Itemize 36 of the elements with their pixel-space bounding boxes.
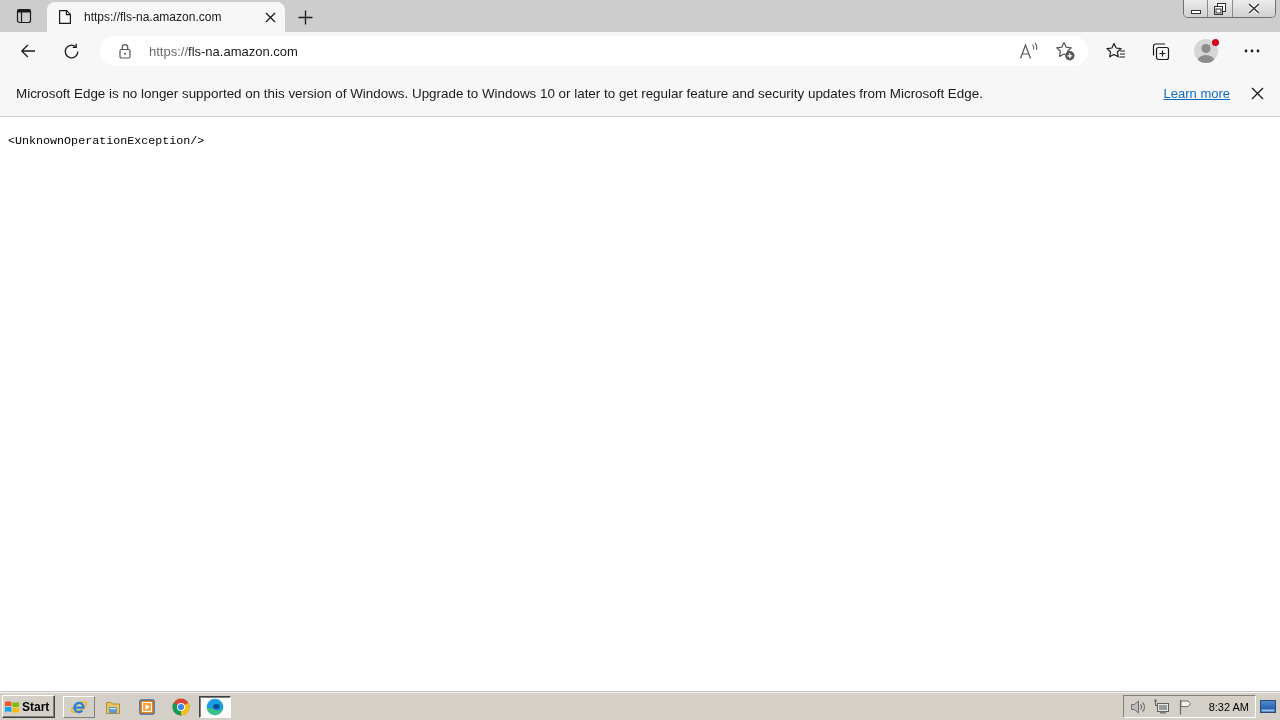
more-icon[interactable] (1244, 49, 1260, 53)
start-logo-icon (4, 699, 20, 714)
favorites-icon[interactable] (1106, 42, 1126, 60)
network-icon[interactable] (1153, 698, 1170, 715)
plus-icon[interactable] (297, 9, 313, 25)
close-icon[interactable] (265, 11, 276, 23)
minimize-button[interactable] (1184, 0, 1208, 17)
clock-text[interactable]: 8:32 AM (1208, 700, 1249, 713)
favorite-add-icon[interactable] (1055, 41, 1075, 61)
read-aloud-icon[interactable] (1019, 42, 1039, 60)
taskbar-button[interactable] (199, 695, 231, 718)
speaker-icon[interactable] (1129, 698, 1146, 715)
refresh-icon[interactable] (62, 42, 80, 60)
close-icon[interactable] (1251, 86, 1264, 100)
avatar-icon[interactable] (1194, 39, 1218, 63)
play-icon (139, 698, 155, 715)
restore-button[interactable] (1208, 0, 1233, 17)
collections-icon[interactable] (1150, 41, 1170, 61)
page-text: <UnknownOperationException/> (8, 134, 205, 148)
close-button[interactable] (1233, 0, 1275, 17)
lock-icon[interactable] (118, 43, 132, 59)
show-desktop-icon[interactable] (1260, 700, 1276, 713)
flag-icon[interactable] (1177, 698, 1194, 715)
close-icon (1248, 3, 1260, 14)
learn-more-link[interactable]: Learn more (1163, 85, 1230, 101)
restore-icon (1214, 2, 1226, 15)
minimize-icon (1190, 10, 1201, 14)
browser-tab[interactable]: https://fls-na.amazon.com (47, 2, 285, 32)
info-message: Microsoft Edge is no longer supported on this version of Windows. Upgrade to Windows 10 or later to get regular feature and security updates from Microsoft Edge. (16, 85, 983, 101)
back-icon[interactable] (20, 43, 36, 59)
start-button[interactable]: Start (2, 695, 55, 718)
circle-logo-icon (172, 697, 190, 716)
wave-logo-icon (206, 697, 224, 716)
tab-actions-icon[interactable] (15, 8, 32, 24)
address-field[interactable]: https://fls-na.amazon.com (100, 36, 1088, 66)
document-icon (58, 9, 72, 25)
